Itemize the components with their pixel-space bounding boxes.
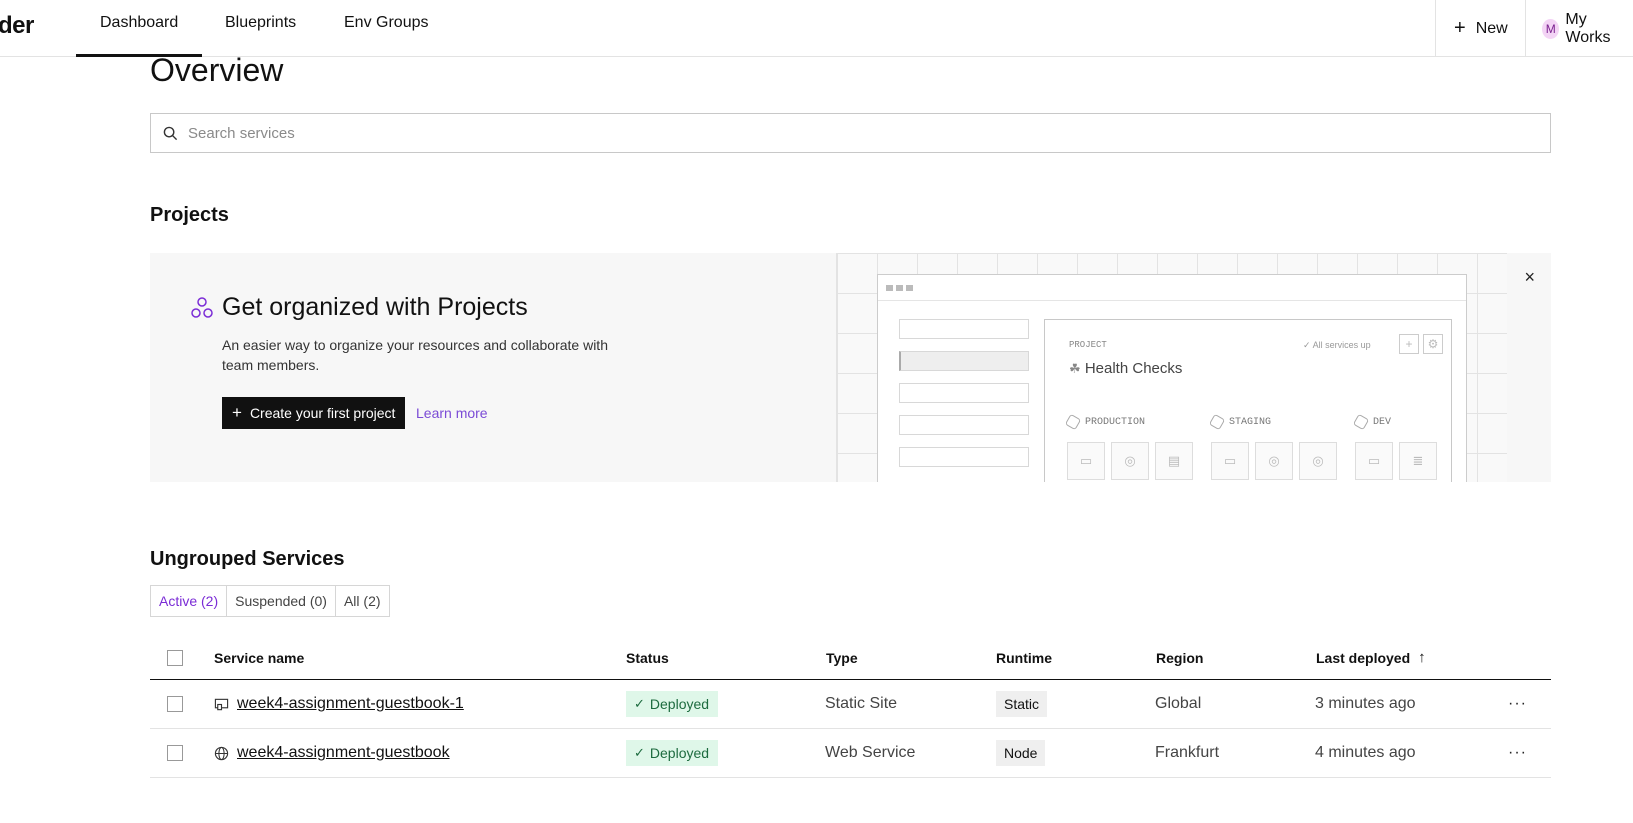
tab-dashboard[interactable]: Dashboard bbox=[76, 0, 203, 57]
promo-title-text: Get organized with Projects bbox=[222, 293, 528, 321]
workspace-label: My Works bbox=[1565, 10, 1611, 46]
projects-icon: ☘ bbox=[1069, 361, 1081, 376]
service-region: Global bbox=[1155, 695, 1202, 712]
status-badge: ✓ Deployed bbox=[626, 691, 719, 717]
static-site-icon bbox=[214, 697, 229, 712]
static-site-icon: ▭ bbox=[1355, 442, 1393, 480]
create-project-label: Create your first project bbox=[249, 405, 396, 421]
status-badge: ✓ Deployed bbox=[626, 740, 719, 766]
projects-illustration: PROJECT ☘ Health Checks ✓ All services u… bbox=[836, 253, 1507, 482]
close-icon[interactable]: × bbox=[1524, 267, 1535, 288]
table-header: Service name Status Type Runtime Region … bbox=[150, 636, 1551, 680]
services-table: Service name Status Type Runtime Region … bbox=[150, 636, 1551, 778]
plus-icon: + bbox=[1454, 17, 1466, 39]
globe-icon: ◎ bbox=[1255, 442, 1293, 480]
promo-title: Get organized with Projects bbox=[191, 293, 528, 322]
globe-icon bbox=[214, 746, 229, 761]
server-icon: ▤ bbox=[1155, 442, 1193, 480]
top-nav: der Dashboard Blueprints Env Groups + Ne… bbox=[0, 0, 1633, 57]
page-title: Overview bbox=[150, 52, 284, 88]
more-actions-icon[interactable]: ··· bbox=[1508, 695, 1527, 713]
new-button[interactable]: + New bbox=[1435, 0, 1526, 57]
last-deployed: 3 minutes ago bbox=[1315, 695, 1416, 712]
database-icon: ≣ bbox=[1399, 442, 1437, 480]
brand-logo[interactable]: der bbox=[0, 12, 34, 40]
globe-icon: ◎ bbox=[1299, 442, 1337, 480]
projects-icon bbox=[191, 296, 213, 318]
table-row[interactable]: week4-assignment-guestbook ✓ Deployed Web… bbox=[150, 729, 1551, 778]
col-service-name[interactable]: Service name bbox=[214, 636, 304, 679]
learn-more-link[interactable]: Learn more bbox=[416, 405, 488, 421]
service-name-link[interactable]: week4-assignment-guestbook bbox=[237, 744, 450, 762]
search-icon bbox=[163, 126, 178, 140]
projects-heading: Projects bbox=[150, 204, 229, 226]
service-type: Web Service bbox=[825, 744, 916, 761]
service-region: Frankfurt bbox=[1155, 744, 1220, 761]
runtime-chip: Static bbox=[996, 691, 1048, 717]
row-checkbox[interactable] bbox=[167, 745, 183, 761]
check-icon: ✓ bbox=[1303, 340, 1311, 350]
illustration-panel: PROJECT ☘ Health Checks ✓ All services u… bbox=[1044, 319, 1452, 482]
globe-icon: ◎ bbox=[1111, 442, 1149, 480]
arrow-up-icon: ↑ bbox=[1418, 649, 1426, 666]
check-icon: ✓ bbox=[634, 696, 645, 711]
col-status[interactable]: Status bbox=[626, 636, 669, 679]
illustration-env-dev: DEV bbox=[1352, 413, 1391, 431]
workspace-switcher[interactable]: M My Works bbox=[1525, 0, 1633, 57]
table-row[interactable]: week4-assignment-guestbook-1 ✓ Deployed S… bbox=[150, 680, 1551, 729]
promo-description: An easier way to organize your resources… bbox=[222, 337, 608, 373]
illustration-status: ✓ All services up bbox=[1303, 340, 1371, 350]
plus-icon: + bbox=[232, 403, 242, 422]
search-box[interactable] bbox=[150, 113, 1551, 153]
illustration-label: PROJECT bbox=[1069, 340, 1107, 350]
col-last-deployed[interactable]: Last deployed ↑ bbox=[1316, 636, 1426, 679]
service-filter-tabs: Active (2) Suspended (0) All (2) bbox=[150, 585, 390, 617]
col-region[interactable]: Region bbox=[1156, 636, 1203, 679]
window-dots bbox=[878, 275, 1466, 301]
filter-suspended[interactable]: Suspended (0) bbox=[227, 586, 336, 616]
select-all-checkbox[interactable] bbox=[167, 649, 183, 666]
col-type[interactable]: Type bbox=[826, 636, 858, 679]
illustration-project-name: ☘ Health Checks bbox=[1069, 360, 1183, 377]
tab-blueprints[interactable]: Blueprints bbox=[201, 0, 320, 57]
tab-env-groups[interactable]: Env Groups bbox=[320, 0, 452, 57]
ungrouped-heading: Ungrouped Services bbox=[150, 548, 345, 570]
avatar: M bbox=[1542, 18, 1560, 39]
runtime-chip: Node bbox=[996, 740, 1046, 766]
illustration-env-staging: STAGING bbox=[1208, 413, 1271, 431]
filter-all[interactable]: All (2) bbox=[336, 586, 389, 616]
col-runtime[interactable]: Runtime bbox=[996, 636, 1052, 679]
more-actions-icon[interactable]: ··· bbox=[1508, 744, 1527, 762]
service-name-link[interactable]: week4-assignment-guestbook-1 bbox=[237, 695, 464, 713]
service-type: Static Site bbox=[825, 695, 898, 712]
illustration-window: PROJECT ☘ Health Checks ✓ All services u… bbox=[877, 274, 1467, 482]
create-project-button[interactable]: + Create your first project bbox=[222, 397, 406, 429]
new-button-label: New bbox=[1475, 19, 1508, 37]
static-site-icon: ▭ bbox=[1211, 442, 1249, 480]
static-site-icon: ▭ bbox=[1067, 442, 1105, 480]
projects-promo: Get organized with Projects An easier wa… bbox=[150, 253, 1551, 482]
filter-active[interactable]: Active (2) bbox=[151, 586, 228, 616]
row-checkbox[interactable] bbox=[167, 696, 183, 712]
check-icon: ✓ bbox=[634, 745, 645, 760]
plus-icon: + bbox=[1399, 334, 1419, 354]
last-deployed: 4 minutes ago bbox=[1315, 744, 1416, 761]
search-input[interactable] bbox=[188, 124, 1488, 142]
gear-icon: ⚙ bbox=[1423, 334, 1443, 354]
illustration-env-production: PRODUCTION bbox=[1064, 413, 1145, 431]
